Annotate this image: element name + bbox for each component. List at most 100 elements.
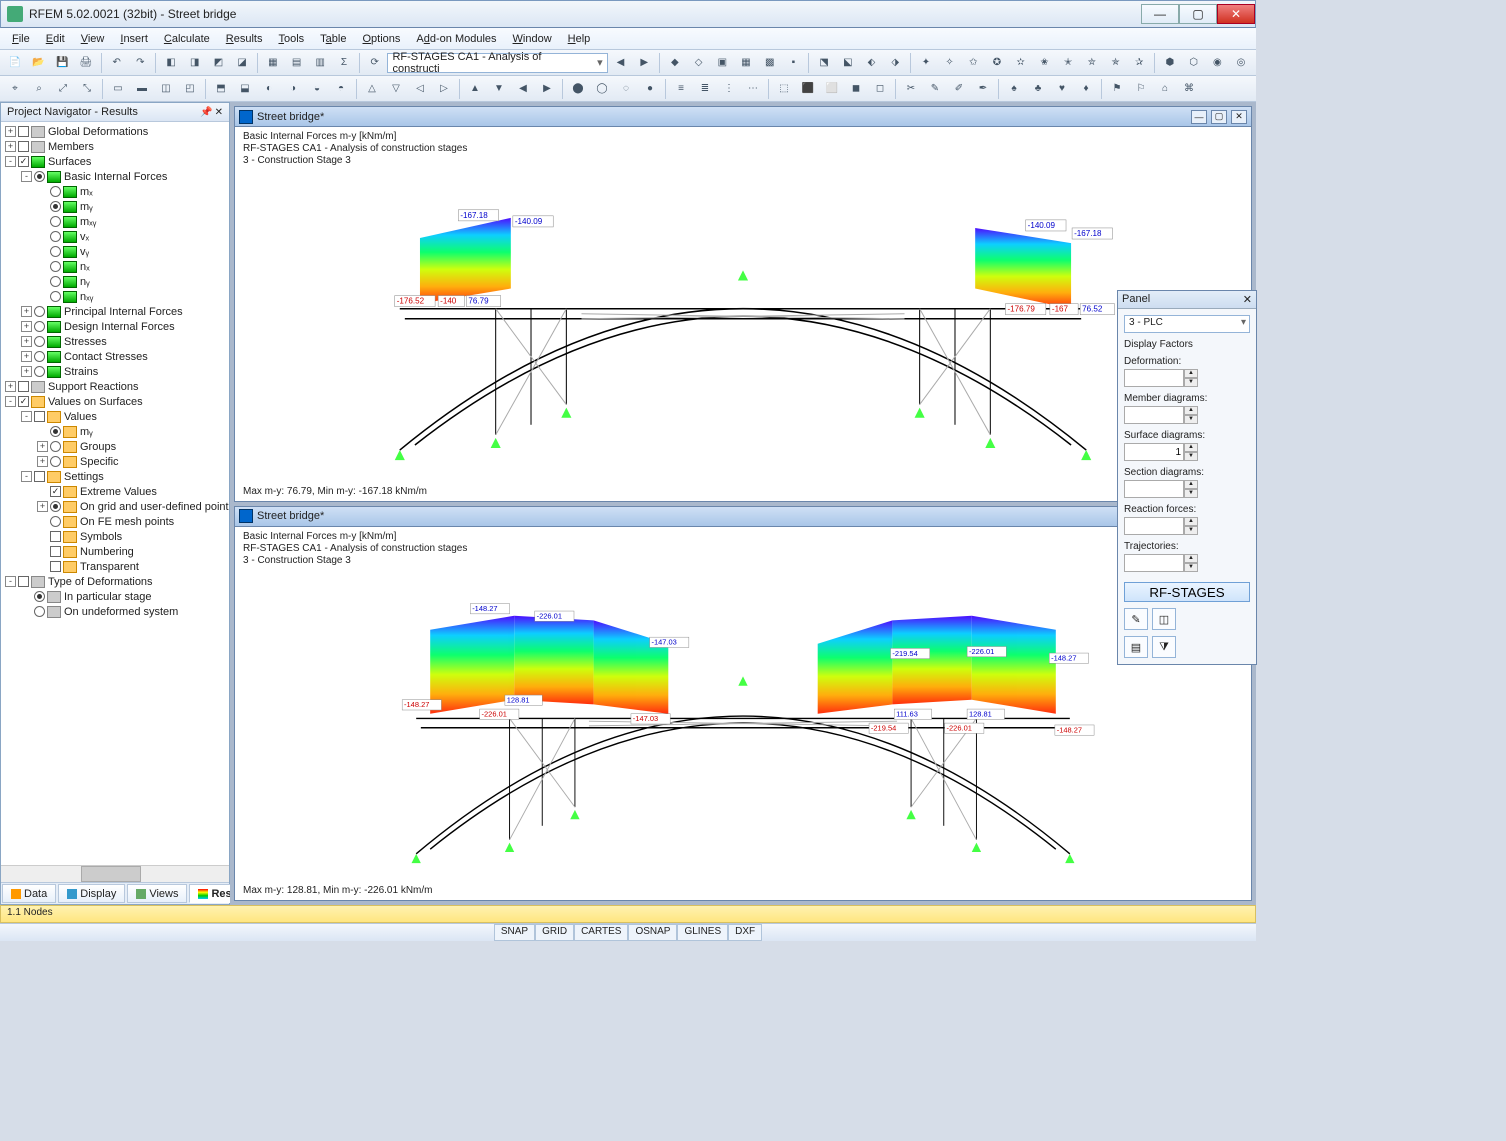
doc1-min[interactable]: — <box>1191 110 1207 124</box>
tb24[interactable]: ◎ <box>1230 52 1252 74</box>
tb10[interactable]: ⬗ <box>884 52 906 74</box>
t3q[interactable]: ♦ <box>1075 78 1097 100</box>
t2n[interactable]: ◓ <box>330 78 352 100</box>
tree-node[interactable]: +Design Internal Forces <box>1 319 229 334</box>
t2z[interactable]: ● <box>639 78 661 100</box>
navigator-pin-icon[interactable]: 📌 <box>200 107 212 118</box>
t2y[interactable]: ◌ <box>615 78 637 100</box>
t2q[interactable]: ◁ <box>409 78 431 100</box>
tree-node[interactable]: mᵧ <box>1 424 229 439</box>
menu-help[interactable]: Help <box>562 31 597 47</box>
t3b[interactable]: ≣ <box>694 78 716 100</box>
tree-node[interactable]: -✓Values on Surfaces <box>1 394 229 409</box>
menu-table[interactable]: Table <box>314 31 352 47</box>
panel-btn-edit[interactable]: ✎ <box>1124 608 1148 630</box>
t2m[interactable]: ◒ <box>306 78 328 100</box>
tb2[interactable]: ◇ <box>688 52 710 74</box>
tree-node[interactable]: -Settings <box>1 469 229 484</box>
tree-node[interactable]: On undeformed system <box>1 604 229 619</box>
tree-node[interactable]: Symbols <box>1 529 229 544</box>
status-osnap[interactable]: OSNAP <box>628 924 677 941</box>
t2u[interactable]: ◀ <box>512 78 534 100</box>
tree-node[interactable]: +Global Deformations <box>1 124 229 139</box>
tool-save[interactable]: 💾 <box>51 52 73 74</box>
t2v[interactable]: ▶ <box>536 78 558 100</box>
t2k[interactable]: ◐ <box>258 78 280 100</box>
spin-deformation[interactable]: ▲▼ <box>1124 369 1250 387</box>
menu-edit[interactable]: Edit <box>40 31 71 47</box>
tree-node[interactable]: nᵧ <box>1 274 229 289</box>
tree-node[interactable]: +Strains <box>1 364 229 379</box>
t3i[interactable]: ◻ <box>869 78 891 100</box>
t2d[interactable]: ⤡ <box>76 78 98 100</box>
t2c[interactable]: ⤢ <box>52 78 74 100</box>
tree-node[interactable]: -Basic Internal Forces <box>1 169 229 184</box>
t2g[interactable]: ◫ <box>155 78 177 100</box>
tree-node[interactable]: Numbering <box>1 544 229 559</box>
results-combo[interactable]: RF-STAGES CA1 - Analysis of constructi <box>387 53 607 73</box>
status-grid[interactable]: GRID <box>535 924 574 941</box>
tool-redo[interactable]: ↷ <box>130 52 152 74</box>
t2w[interactable]: ⬤ <box>567 78 589 100</box>
maximize-button[interactable]: ▢ <box>1179 4 1217 24</box>
t3s[interactable]: ⚐ <box>1130 78 1152 100</box>
t3d[interactable]: ⋯ <box>742 78 764 100</box>
doc1-close[interactable]: ✕ <box>1231 110 1247 124</box>
tree-node[interactable]: nₓ <box>1 259 229 274</box>
t3r[interactable]: ⚑ <box>1106 78 1128 100</box>
doc1-viewport[interactable]: Basic Internal Forces m-y [kNm/m]RF-STAG… <box>235 127 1251 501</box>
t3e[interactable]: ⬚ <box>773 78 795 100</box>
status-snap[interactable]: SNAP <box>494 924 535 941</box>
t3l[interactable]: ✐ <box>948 78 970 100</box>
t3o[interactable]: ♣ <box>1027 78 1049 100</box>
tb14[interactable]: ✪ <box>986 52 1008 74</box>
t3f[interactable]: ⬛ <box>797 78 819 100</box>
t2a[interactable]: ⌖ <box>4 78 26 100</box>
t3u[interactable]: ⌘ <box>1178 78 1200 100</box>
menu-file[interactable]: File <box>6 31 36 47</box>
t3m[interactable]: ✒ <box>972 78 994 100</box>
tree-node[interactable]: +Principal Internal Forces <box>1 304 229 319</box>
tool-next[interactable]: ▶ <box>633 52 655 74</box>
spin-member[interactable]: ▲▼ <box>1124 406 1250 424</box>
nav-tab-display[interactable]: Display <box>58 884 125 903</box>
tb3[interactable]: ▣ <box>711 52 733 74</box>
tb1[interactable]: ◆ <box>664 52 686 74</box>
tool-print[interactable]: 🖨 <box>75 52 97 74</box>
t2b[interactable]: ⌕ <box>28 78 50 100</box>
t2e[interactable]: ▭ <box>107 78 129 100</box>
tree-node[interactable]: mₓᵧ <box>1 214 229 229</box>
panel-close-icon[interactable]: ✕ <box>1243 293 1252 306</box>
tool-calc[interactable]: Σ <box>333 52 355 74</box>
tree-node[interactable]: ✓Extreme Values <box>1 484 229 499</box>
t2i[interactable]: ⬒ <box>210 78 232 100</box>
tb5[interactable]: ▩ <box>759 52 781 74</box>
spin-reaction[interactable]: ▲▼ <box>1124 517 1250 535</box>
tree-node[interactable]: -Values <box>1 409 229 424</box>
tool-section[interactable]: ▥ <box>309 52 331 74</box>
tree-node[interactable]: mₓ <box>1 184 229 199</box>
tool-refresh[interactable]: ⟳ <box>364 52 386 74</box>
panel-btn-filter[interactable]: ⧩ <box>1152 636 1176 658</box>
t2f[interactable]: ▬ <box>131 78 153 100</box>
tree-node[interactable]: On FE mesh points <box>1 514 229 529</box>
menu-insert[interactable]: Insert <box>114 31 154 47</box>
tool-d[interactable]: ◪ <box>231 52 253 74</box>
close-button[interactable]: ✕ <box>1217 4 1255 24</box>
t2h[interactable]: ◰ <box>179 78 201 100</box>
panel-btn-bar[interactable]: ◫ <box>1152 608 1176 630</box>
tree-node[interactable]: vᵧ <box>1 244 229 259</box>
t2t[interactable]: ▼ <box>488 78 510 100</box>
tb18[interactable]: ✮ <box>1081 52 1103 74</box>
tree-node[interactable]: In particular stage <box>1 589 229 604</box>
t3a[interactable]: ≡ <box>670 78 692 100</box>
tree-node[interactable]: +Groups <box>1 439 229 454</box>
menu-results[interactable]: Results <box>220 31 269 47</box>
menu-options[interactable]: Options <box>356 31 406 47</box>
spin-surface[interactable]: ▲▼ <box>1124 443 1250 461</box>
status-dxf[interactable]: DXF <box>728 924 762 941</box>
nav-tab-data[interactable]: Data <box>2 884 56 903</box>
t2x[interactable]: ◯ <box>591 78 613 100</box>
tool-new[interactable]: 📄 <box>4 52 26 74</box>
doc2-viewport[interactable]: Basic Internal Forces m-y [kNm/m]RF-STAG… <box>235 527 1251 901</box>
